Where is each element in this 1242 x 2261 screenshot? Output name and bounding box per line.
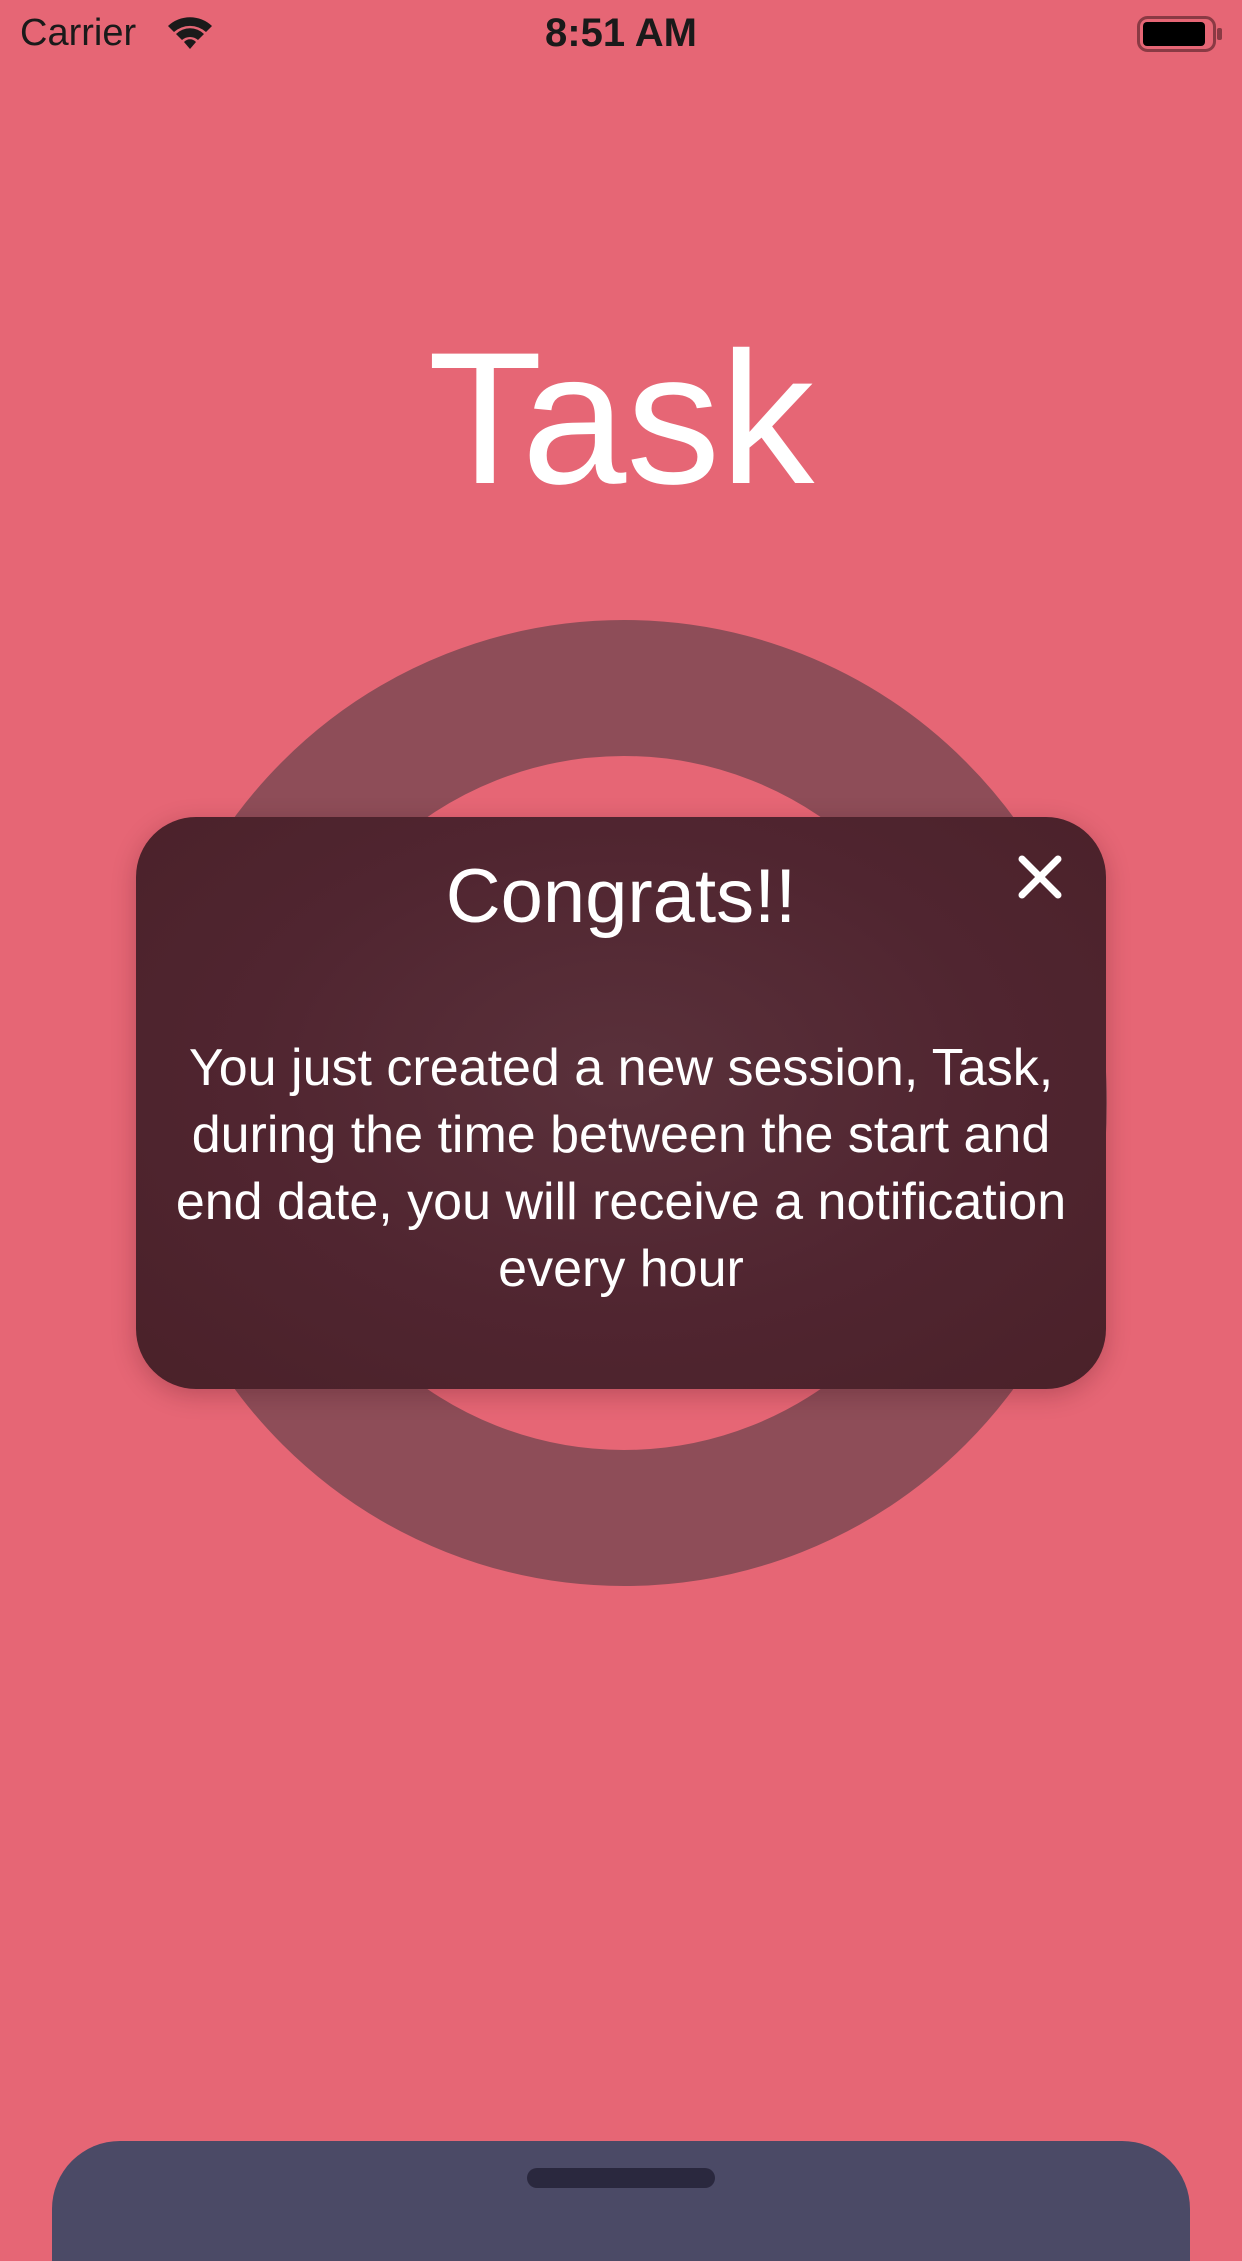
congrats-popup: Congrats!! You just created a new sessio…: [136, 817, 1106, 1389]
status-time: 8:51 AM: [545, 11, 697, 55]
sheet-grabber-handle[interactable]: [527, 2168, 715, 2188]
popup-title: Congrats!!: [445, 854, 797, 939]
bottom-sheet[interactable]: [52, 2141, 1190, 2261]
session-title: Task: [427, 313, 815, 523]
battery-icon: [1137, 16, 1222, 52]
status-bar: Carrier 8:51 AM: [0, 0, 1242, 66]
close-icon[interactable]: [1014, 851, 1066, 903]
popup-message: You just created a new session, Task, du…: [175, 1039, 1067, 1298]
